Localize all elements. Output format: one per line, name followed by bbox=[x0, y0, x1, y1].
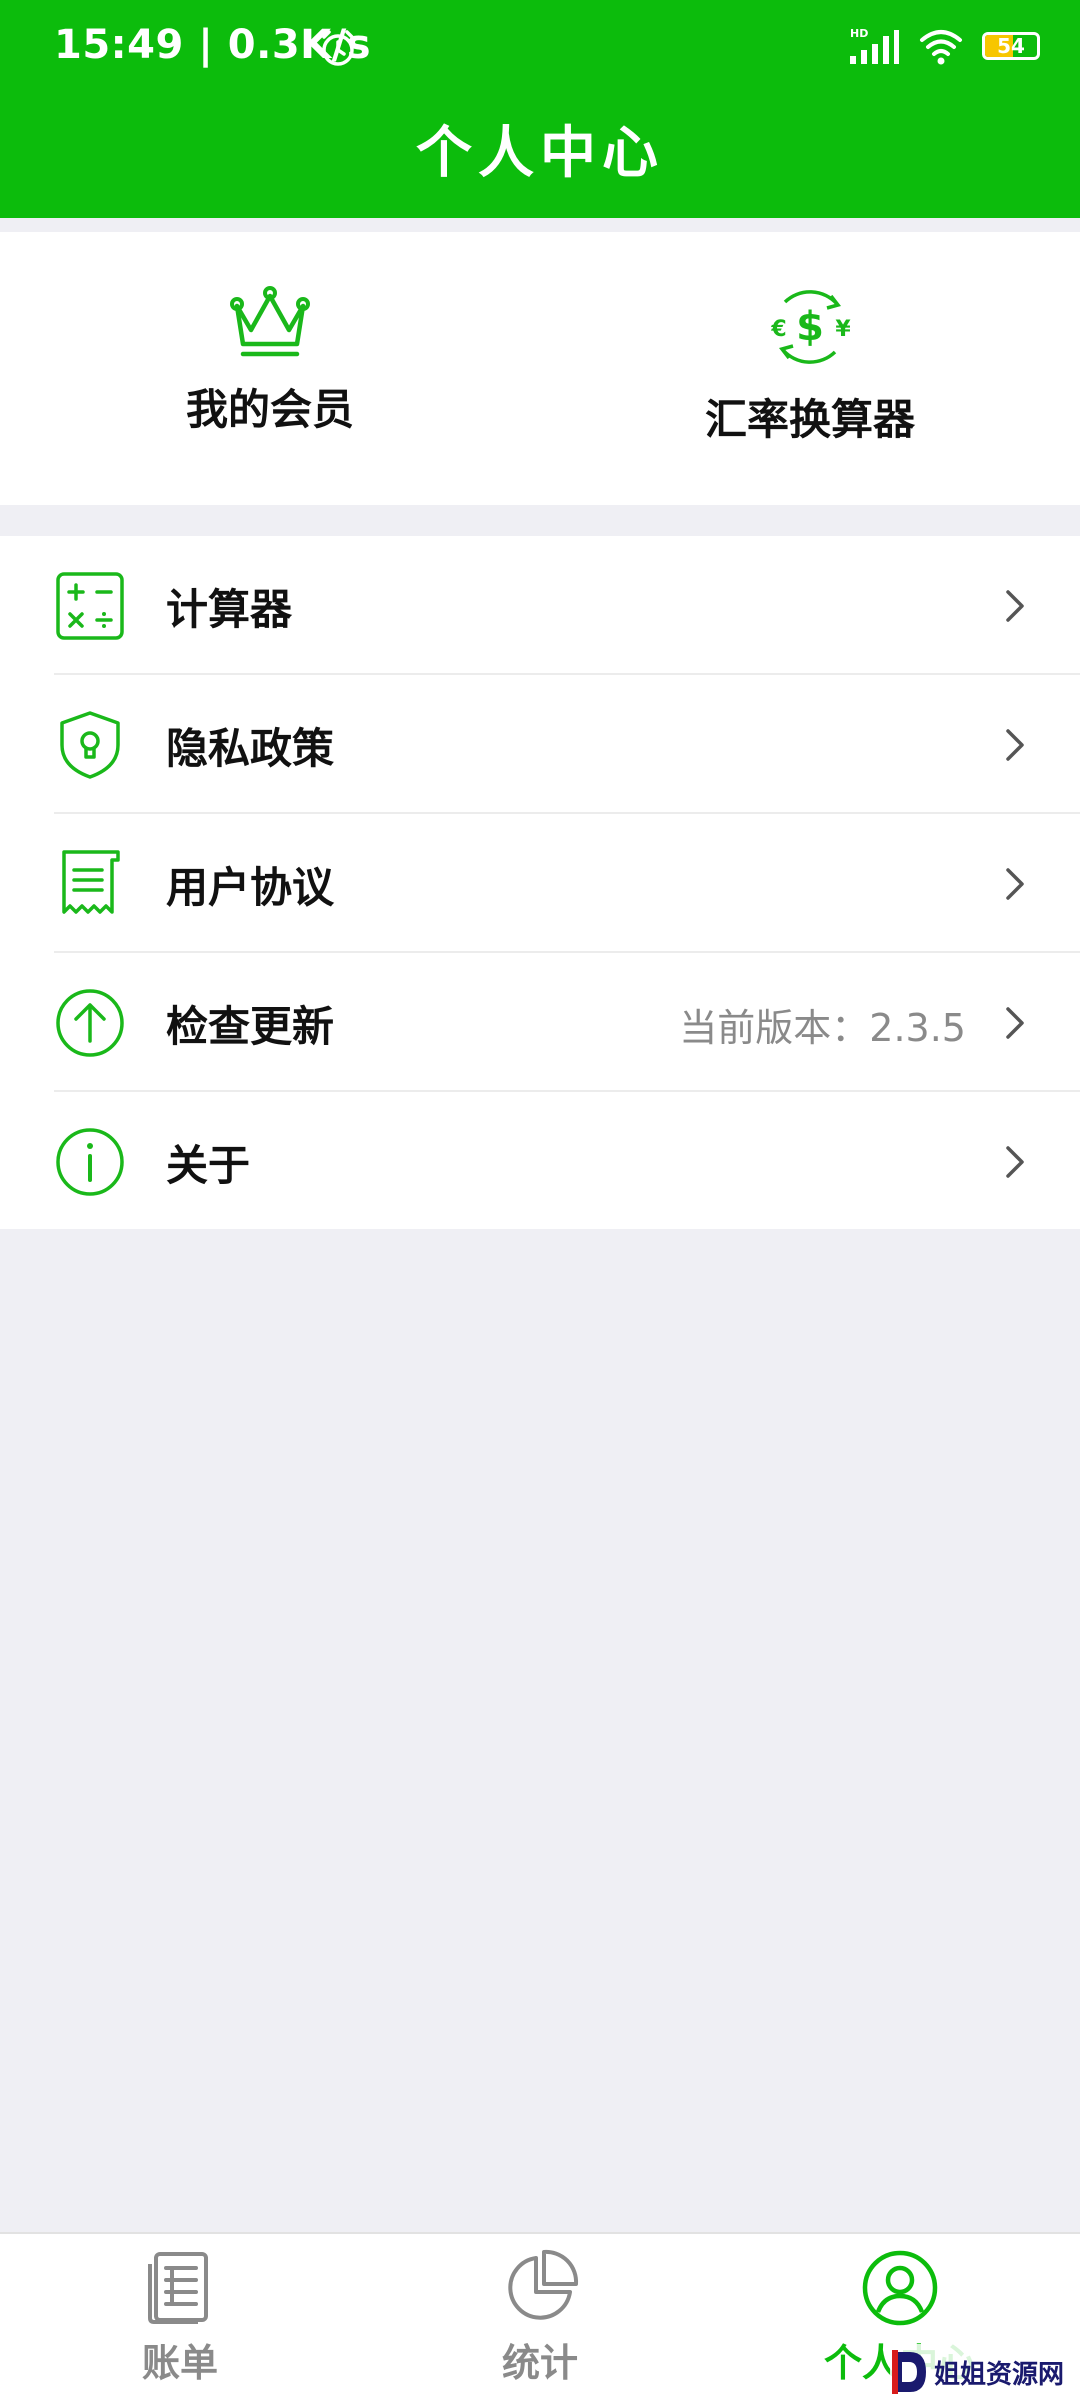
crown-icon bbox=[230, 286, 310, 357]
info-icon bbox=[56, 1128, 124, 1196]
tab-label: 账单 bbox=[141, 2341, 218, 2385]
pie-chart-icon bbox=[508, 2249, 579, 2320]
watermark-logo-icon bbox=[892, 2350, 926, 2394]
signal-icon: HD bbox=[850, 27, 899, 64]
menu-item-about[interactable]: 关于 bbox=[0, 1092, 1080, 1231]
chevron-right-icon bbox=[1006, 1007, 1024, 1039]
tab-statistics[interactable]: 统计 bbox=[360, 2248, 720, 2387]
svg-text:€: € bbox=[770, 317, 786, 342]
membership-label: 我的会员 bbox=[185, 385, 354, 434]
watermark: 姐姐资源网 bbox=[890, 2344, 1080, 2400]
tab-bills[interactable]: 账单 bbox=[0, 2248, 360, 2387]
page-title: 个人中心 bbox=[416, 121, 664, 186]
app-header: 15:49 | 0.3K/s HD 54 个人中心 bbox=[0, 0, 1080, 218]
membership-button[interactable]: 我的会员 bbox=[80, 282, 460, 437]
menu-item-label: 检查更新 bbox=[166, 1002, 335, 1051]
status-bar: 15:49 | 0.3K/s HD 54 bbox=[0, 0, 1080, 96]
document-icon bbox=[62, 850, 120, 914]
calculator-icon bbox=[56, 572, 124, 640]
alarm-clock-icon bbox=[322, 30, 354, 66]
menu-item-user-agreement[interactable]: 用户协议 bbox=[0, 814, 1080, 953]
user-icon bbox=[862, 2250, 938, 2326]
currency-exchange-icon: $ € ¥ bbox=[770, 290, 851, 364]
chevron-right-icon bbox=[1006, 729, 1024, 761]
exchange-calculator-button[interactable]: $ € ¥ 汇率换算器 bbox=[620, 282, 1000, 447]
wifi-icon bbox=[920, 30, 962, 65]
battery-level: 54 bbox=[997, 34, 1025, 58]
menu-item-label: 隐私政策 bbox=[166, 724, 335, 773]
chevron-right-icon bbox=[1006, 590, 1024, 622]
svg-text:$: $ bbox=[796, 304, 824, 350]
menu-item-label: 关于 bbox=[166, 1141, 251, 1190]
chevron-right-icon bbox=[1006, 1146, 1024, 1178]
battery-indicator: 54 bbox=[982, 32, 1040, 60]
chevron-right-icon bbox=[1006, 868, 1024, 900]
exchange-calculator-label: 汇率换算器 bbox=[704, 395, 915, 444]
quick-actions-panel: 我的会员 $ € ¥ 汇率换算器 bbox=[0, 232, 1080, 505]
shield-icon bbox=[60, 711, 120, 779]
menu-item-check-update[interactable]: 检查更新 当前版本：2.3.5 bbox=[0, 953, 1080, 1092]
tab-label: 统计 bbox=[501, 2341, 578, 2385]
app-version-text: 当前版本：2.3.5 bbox=[679, 1006, 966, 1050]
menu-item-calculator[interactable]: 计算器 bbox=[0, 536, 1080, 675]
watermark-text: 姐姐资源网 bbox=[934, 2359, 1065, 2390]
svg-text:¥: ¥ bbox=[835, 317, 851, 342]
upload-arrow-icon bbox=[56, 989, 124, 1057]
menu-item-privacy-policy[interactable]: 隐私政策 bbox=[0, 675, 1080, 814]
menu-item-label: 用户协议 bbox=[166, 863, 335, 912]
ledger-icon bbox=[148, 2252, 208, 2324]
signal-label: HD bbox=[850, 27, 868, 40]
menu-item-label: 计算器 bbox=[166, 585, 293, 634]
settings-menu: 计算器 隐私政策 用户协议 检查更新 当前版本：2.3.5 关于 bbox=[0, 536, 1080, 1229]
